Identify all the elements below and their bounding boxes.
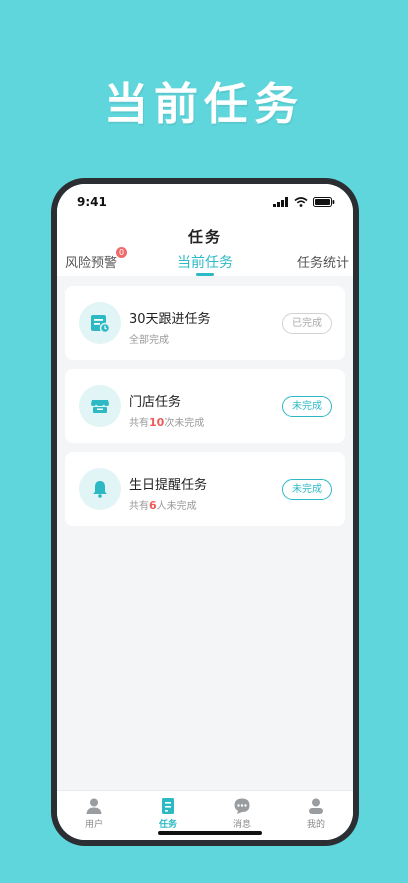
task-card-followup[interactable]: 30天跟进任务 全部完成 已完成 (65, 286, 345, 360)
task-subtitle: 共有10次未完成 (129, 414, 204, 429)
status-icons (273, 197, 335, 207)
task-title: 30天跟进任务 (129, 312, 211, 327)
tabbar-label: 任务 (158, 820, 177, 830)
subtitle-prefix: 共有 (129, 418, 149, 429)
tab-task-stats[interactable]: 任务统计 (297, 252, 349, 271)
task-card-store[interactable]: 门店任务 共有10次未完成 未完成 (65, 369, 345, 443)
task-card-birthday[interactable]: 生日提醒任务 共有6人未完成 未完成 (65, 452, 345, 526)
tab-label: 当前任务 (177, 255, 233, 271)
store-icon (79, 385, 121, 427)
status-bar: 9:41 (57, 184, 353, 220)
home-indicator[interactable] (158, 831, 262, 835)
tabbar-label: 用户 (84, 820, 103, 830)
tabbar-label: 我的 (306, 820, 325, 830)
status-badge-completed[interactable]: 已完成 (282, 313, 332, 334)
user-icon (86, 798, 102, 814)
tab-badge: 0 (116, 247, 128, 258)
incomplete-count: 6 (149, 499, 157, 512)
tab-label: 风险预警 (65, 256, 118, 271)
bell-icon (79, 468, 121, 510)
tab-risk-warning[interactable]: 风险预警 0 (65, 247, 128, 271)
task-subtitle: 全部完成 (129, 335, 169, 346)
page-title: 任务 (187, 228, 222, 246)
phone-screen: 9:41 任务 风险预警 0 当前任务 任务统计 30天跟进任务 全部完成 已完… (57, 184, 353, 840)
status-badge-incomplete[interactable]: 未完成 (282, 396, 332, 417)
tabbar-item-users[interactable]: 用户 (57, 791, 131, 840)
status-badge-incomplete[interactable]: 未完成 (282, 479, 332, 500)
tabbar-item-profile[interactable]: 我的 (279, 791, 353, 840)
wifi-icon (294, 197, 308, 207)
tab-current-tasks[interactable]: 当前任务 (177, 252, 233, 272)
subtitle-suffix: 次未完成 (164, 418, 205, 429)
phone-frame: 9:41 任务 风险预警 0 当前任务 任务统计 30天跟进任务 全部完成 已完… (51, 178, 359, 846)
hero-title: 当前任务 (104, 79, 304, 130)
incomplete-count: 10 (149, 416, 165, 429)
subtitle-suffix: 人未完成 (156, 501, 197, 512)
task-title: 生日提醒任务 (129, 478, 208, 493)
task-icon (162, 798, 174, 814)
message-icon (234, 798, 250, 814)
task-list: 30天跟进任务 全部完成 已完成 门店任务 共有10次未完成 未完成 生日提醒任… (57, 276, 353, 526)
tab-label: 任务统计 (297, 256, 350, 271)
nav-header: 任务 风险预警 0 当前任务 任务统计 (57, 220, 353, 276)
task-title: 门店任务 (129, 395, 182, 410)
tab-indicator (196, 273, 214, 276)
signal-icon (273, 197, 288, 207)
profile-icon (309, 798, 323, 814)
task-subtitle: 共有6人未完成 (129, 497, 197, 512)
battery-icon (313, 197, 335, 207)
tab-bar: 风险预警 0 当前任务 任务统计 (57, 247, 353, 276)
tabbar-label: 消息 (232, 820, 251, 830)
status-time: 9:41 (77, 195, 107, 209)
calendar-icon (79, 302, 121, 344)
subtitle-prefix: 共有 (129, 501, 149, 512)
